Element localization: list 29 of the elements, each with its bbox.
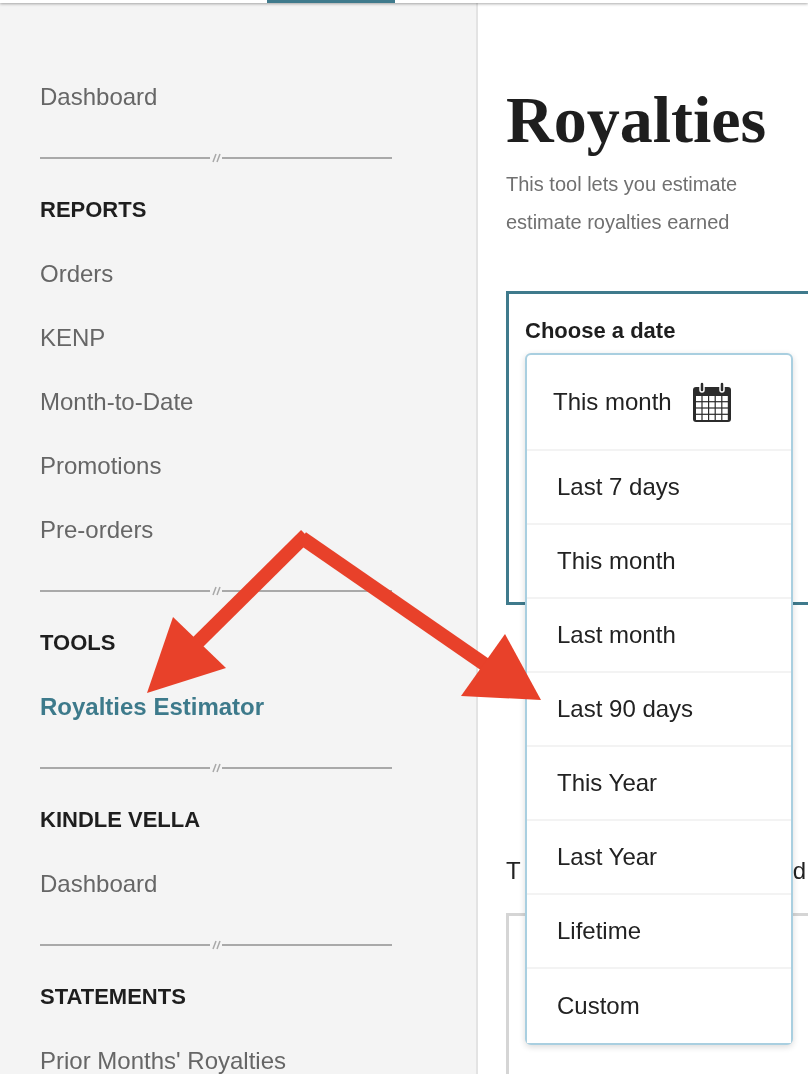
- dropdown-option[interactable]: Custom: [527, 969, 791, 1043]
- section-heading: REPORTS: [40, 196, 148, 224]
- calendar-icon: [691, 381, 732, 423]
- dropdown-option[interactable]: This month: [527, 525, 791, 599]
- description-line: estimate royalties earned: [506, 210, 730, 235]
- sidebar-link[interactable]: Dashboard: [40, 867, 158, 901]
- text-fragment: T: [506, 856, 521, 886]
- dropdown-option[interactable]: Last 7 days: [527, 451, 791, 525]
- selected-value: This month: [553, 387, 672, 417]
- dropdown-option[interactable]: Last month: [527, 599, 791, 673]
- sidebar-link[interactable]: Month-to-Date: [40, 385, 194, 419]
- sidebar-link[interactable]: KENP: [40, 321, 106, 355]
- sidebar-link[interactable]: Orders: [40, 257, 114, 291]
- sidebar-link[interactable]: Pre-orders: [40, 513, 154, 547]
- sidebar-link[interactable]: Royalties Estimator: [40, 690, 265, 724]
- dropdown-option[interactable]: Last Year: [527, 821, 791, 895]
- section-heading: KINDLE VELLA: [40, 806, 202, 834]
- section-heading: STATEMENTS: [40, 983, 187, 1011]
- text-fragment: d: [792, 856, 806, 886]
- section-heading: TOOLS: [40, 629, 117, 657]
- sidebar-link[interactable]: Prior Months' Royalties: [40, 1044, 286, 1074]
- page-title: Royalties: [506, 82, 767, 158]
- field-label: Choose a date: [525, 317, 676, 345]
- dropdown-option[interactable]: Lifetime: [527, 895, 791, 969]
- dropdown-option[interactable]: Last 90 days: [527, 673, 791, 747]
- sidebar-link[interactable]: Dashboard: [40, 80, 158, 114]
- description-line: This tool lets you estimate: [506, 172, 738, 197]
- sidebar-link[interactable]: Promotions: [40, 449, 162, 483]
- dropdown-option[interactable]: This Year: [527, 747, 791, 821]
